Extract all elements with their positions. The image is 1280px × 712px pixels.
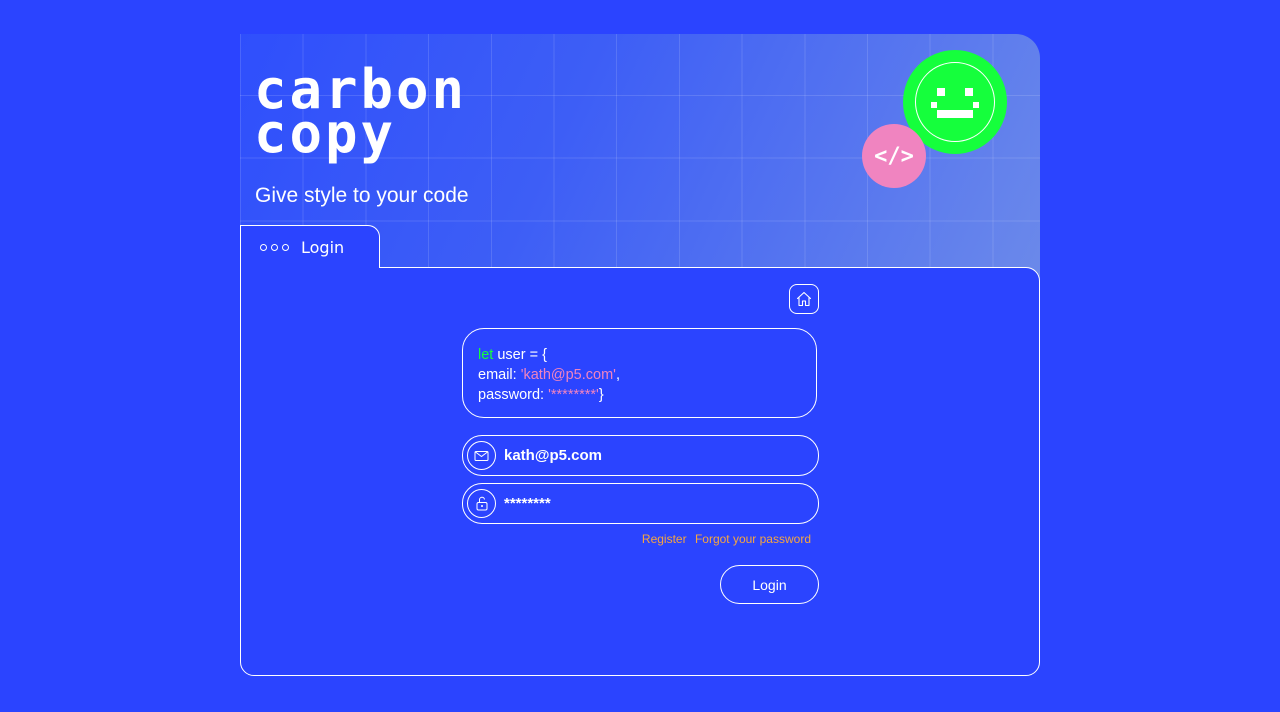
- code-line-1: let user = {: [478, 345, 816, 365]
- login-panel: let user = { email: 'kath@p5.com', passw…: [240, 267, 1040, 676]
- code-email-suffix: ,: [615, 367, 620, 383]
- home-icon: [796, 291, 812, 307]
- email-input[interactable]: [504, 447, 804, 464]
- auth-links: Register Forgot your password: [461, 532, 811, 546]
- code-line-1-rest: user = {: [493, 347, 547, 363]
- code-line-2: email: 'kath@p5.com',: [478, 365, 816, 385]
- email-field[interactable]: [462, 435, 819, 476]
- code-email-key: email:: [478, 367, 521, 383]
- home-button[interactable]: [789, 284, 819, 314]
- register-link[interactable]: Register: [642, 532, 687, 546]
- password-field[interactable]: [462, 483, 819, 524]
- code-icon: </>: [862, 124, 926, 188]
- code-preview: let user = { email: 'kath@p5.com', passw…: [462, 328, 817, 418]
- login-button[interactable]: Login: [720, 565, 819, 604]
- forgot-password-link[interactable]: Forgot your password: [695, 532, 811, 546]
- code-email-value: 'kath@p5.com': [520, 367, 616, 383]
- code-closing-brace: }: [598, 387, 604, 403]
- password-input[interactable]: [504, 495, 804, 512]
- login-card: carbon copy Give style to your code </> …: [240, 34, 1040, 676]
- mail-icon: [467, 441, 496, 470]
- code-password-value: '********': [548, 387, 599, 403]
- tab-login-label: Login: [301, 237, 345, 257]
- tagline: Give style to your code: [255, 184, 469, 207]
- unlock-icon: [467, 489, 496, 518]
- window-dots-icon: [260, 243, 289, 251]
- code-line-3: password: '********'}: [478, 385, 816, 405]
- tab-login[interactable]: Login: [240, 225, 380, 268]
- brand-logo: carbon copy: [254, 63, 467, 161]
- code-password-key: password:: [478, 387, 549, 403]
- code-keyword: let: [478, 347, 494, 363]
